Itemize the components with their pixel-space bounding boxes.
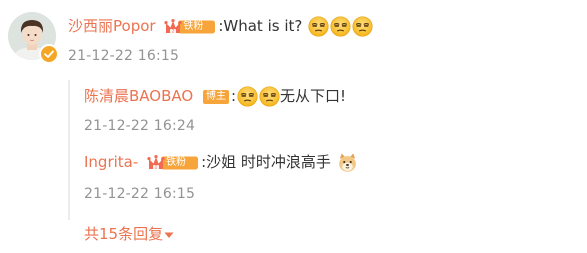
reply-thread-divider xyxy=(68,80,70,220)
fan-badge-label: 铁粉 xyxy=(166,156,187,168)
blogger-badge-label: 博主 xyxy=(205,90,226,102)
fan-badge-label: 铁粉 xyxy=(183,20,204,32)
reply-username[interactable]: 陈清晨BAOBAO xyxy=(84,87,193,105)
reply-text: :沙姐 时时冲浪高手 xyxy=(201,153,331,171)
smirk-emoji-icon xyxy=(308,16,329,37)
doge-emoji-icon xyxy=(338,153,356,172)
reply-text: 无从下口! xyxy=(280,87,347,105)
fan-badge[interactable]: 铁粉 xyxy=(164,18,216,36)
more-replies-label: 共15条回复 xyxy=(84,225,164,243)
fan-badge[interactable]: 铁粉 xyxy=(147,154,199,172)
smirk-emoji-icon xyxy=(330,16,351,37)
reply-row: Ingrita- 铁粉 :沙姐 时时冲浪高手 xyxy=(84,152,358,173)
blogger-badge: 博主 xyxy=(202,89,229,104)
caret-down-icon xyxy=(164,232,174,238)
main-comment-time: 21-12-22 16:15 xyxy=(68,48,180,64)
main-comment-username[interactable]: 沙西丽Popor xyxy=(68,17,156,35)
main-comment-row: 沙西丽Popor 铁粉 :What is it? xyxy=(68,16,373,37)
smirk-emoji-icon xyxy=(237,86,258,107)
reply-time: 21-12-22 16:15 xyxy=(84,186,196,202)
reply-time: 21-12-22 16:24 xyxy=(84,118,196,134)
more-replies-link[interactable]: 共15条回复 xyxy=(84,224,174,244)
reply-username[interactable]: Ingrita- xyxy=(84,153,138,171)
comment-thread: 沙西丽Popor 铁粉 :What is it? 21-12-22 16:15 … xyxy=(0,0,587,253)
verified-icon xyxy=(39,44,59,64)
smirk-emoji-icon xyxy=(352,16,373,37)
reply-row: 陈清晨BAOBAO 博主 : 无从下口! xyxy=(84,86,347,107)
main-comment-text: :What is it? xyxy=(218,17,303,35)
smirk-emoji-icon xyxy=(259,86,280,107)
